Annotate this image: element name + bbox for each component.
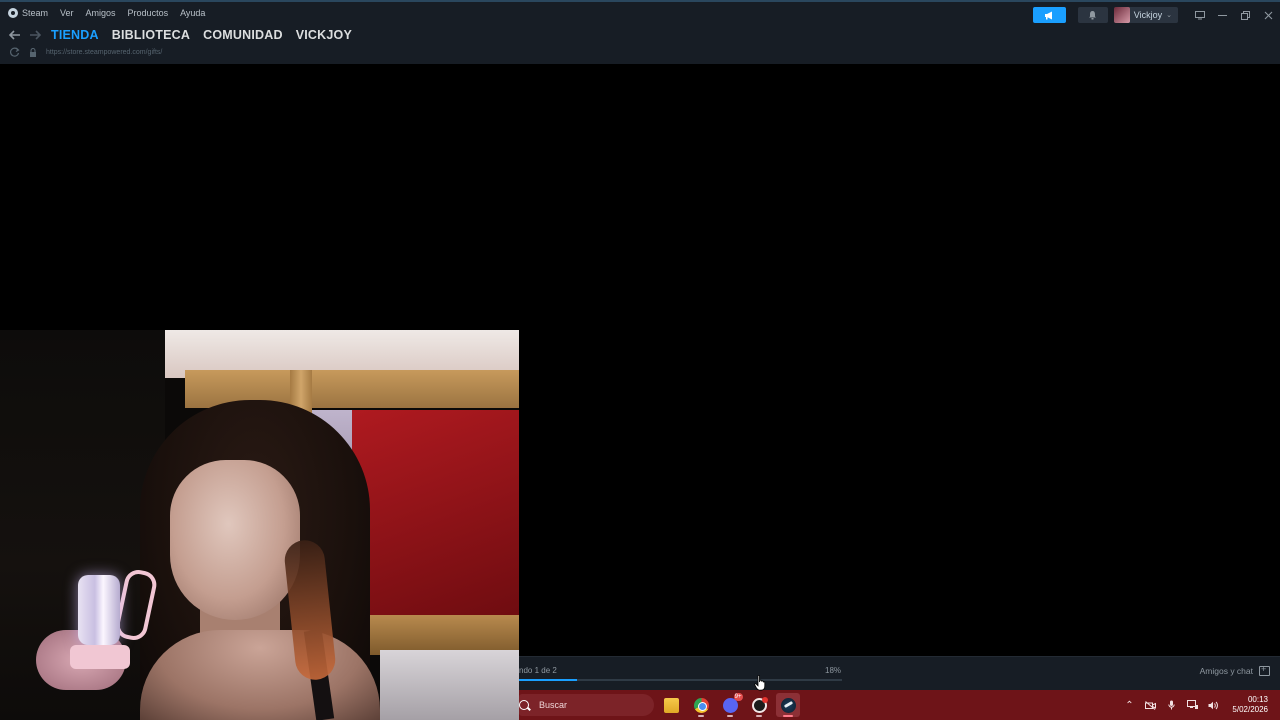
arrow-left-icon[interactable]: [5, 25, 25, 45]
menu-bar: Steam Ver Amigos Productos Ayuda: [8, 8, 205, 18]
menu-ayuda[interactable]: Ayuda: [180, 8, 205, 18]
chrome-app[interactable]: [689, 693, 713, 717]
download-status[interactable]: ndo 1 de 2: [519, 666, 557, 675]
webcam-overlay: [0, 330, 519, 720]
chevron-up-icon[interactable]: ⌃: [1123, 699, 1135, 711]
friends-add-icon: [1259, 664, 1270, 676]
discord-app[interactable]: [718, 692, 743, 717]
steam-titlebar: Steam Ver Amigos Productos Ayuda TIENDA …: [0, 0, 1280, 64]
clock-app-icon: [751, 696, 768, 713]
folder-icon: [663, 697, 679, 713]
announcements-button[interactable]: [1032, 7, 1066, 23]
titlebar-controls: Vickjoy ⌄: [1032, 6, 1280, 24]
page-url[interactable]: https://store.steampowered.com/gifts/: [46, 49, 162, 56]
arrow-right-icon[interactable]: [25, 25, 45, 45]
download-progress-bar[interactable]: [519, 679, 842, 681]
clock-app[interactable]: [747, 693, 771, 717]
steam-bottom-bar: ndo 1 de 2 18% Amigos y chat: [519, 656, 1280, 690]
file-explorer-app[interactable]: [659, 693, 683, 717]
tab-tienda[interactable]: TIENDA: [51, 28, 99, 42]
search-label: Buscar: [539, 700, 568, 710]
windows-taskbar: Buscar ⌃ 00:13 5/02/2026: [519, 690, 1280, 720]
search-icon: [519, 700, 529, 710]
menu-ver[interactable]: Ver: [60, 8, 74, 18]
system-tray: ⌃ 00:13 5/02/2026: [1123, 690, 1280, 720]
taskbar-search[interactable]: Buscar: [519, 694, 654, 716]
user-menu-button[interactable]: Vickjoy ⌄: [1113, 7, 1178, 23]
network-icon[interactable]: [1186, 699, 1198, 711]
username-label: Vickjoy: [1133, 10, 1163, 20]
url-row: https://store.steampowered.com/gifts/: [10, 47, 162, 57]
steam-app[interactable]: [776, 693, 800, 717]
hand-cursor-icon: [754, 675, 766, 691]
lock-icon: [28, 47, 38, 57]
megaphone-icon: [1044, 11, 1052, 19]
close-icon[interactable]: [1257, 7, 1280, 23]
volume-icon[interactable]: [1207, 699, 1219, 711]
monitor-icon: [1194, 10, 1205, 19]
download-percent: 18%: [825, 666, 842, 675]
steam-menu[interactable]: Steam: [8, 8, 48, 18]
clock-date: 5/02/2026: [1232, 705, 1268, 714]
friends-chat-button[interactable]: Amigos y chat: [1199, 664, 1270, 676]
discord-icon: [722, 692, 743, 713]
steam-icon: [780, 697, 796, 713]
chevron-down-icon: ⌄: [1166, 12, 1172, 19]
bell-icon: [1089, 11, 1097, 20]
chrome-icon: [693, 697, 709, 713]
notifications-button[interactable]: [1077, 7, 1108, 23]
steam-logo-icon: [8, 8, 18, 18]
friends-chat-label: Amigos y chat: [1199, 666, 1253, 676]
microphone-icon[interactable]: [1165, 699, 1177, 711]
menu-productos[interactable]: Productos: [128, 8, 169, 18]
reload-icon[interactable]: [10, 47, 20, 57]
tab-vickjoy[interactable]: VICKJOY: [296, 28, 352, 42]
maximize-icon[interactable]: [1234, 7, 1257, 23]
tab-comunidad[interactable]: COMUNIDAD: [203, 28, 283, 42]
camera-off-icon[interactable]: [1144, 699, 1156, 711]
taskbar-clock[interactable]: 00:13 5/02/2026: [1232, 695, 1268, 715]
steam-menu-label: Steam: [22, 8, 49, 18]
tab-biblioteca[interactable]: BIBLIOTECA: [112, 28, 190, 42]
download-progress-fill: [519, 679, 578, 681]
clock-time: 00:13: [1247, 695, 1268, 704]
menu-amigos[interactable]: Amigos: [86, 8, 116, 18]
minimize-icon[interactable]: [1211, 7, 1234, 23]
big-picture-button[interactable]: [1188, 7, 1211, 23]
avatar: [1113, 7, 1130, 23]
main-tabs: TIENDA BIBLIOTECA COMUNIDAD VICKJOY: [51, 28, 352, 42]
nav-row: TIENDA BIBLIOTECA COMUNIDAD VICKJOY: [0, 25, 352, 45]
cam-microphone: [78, 575, 120, 645]
